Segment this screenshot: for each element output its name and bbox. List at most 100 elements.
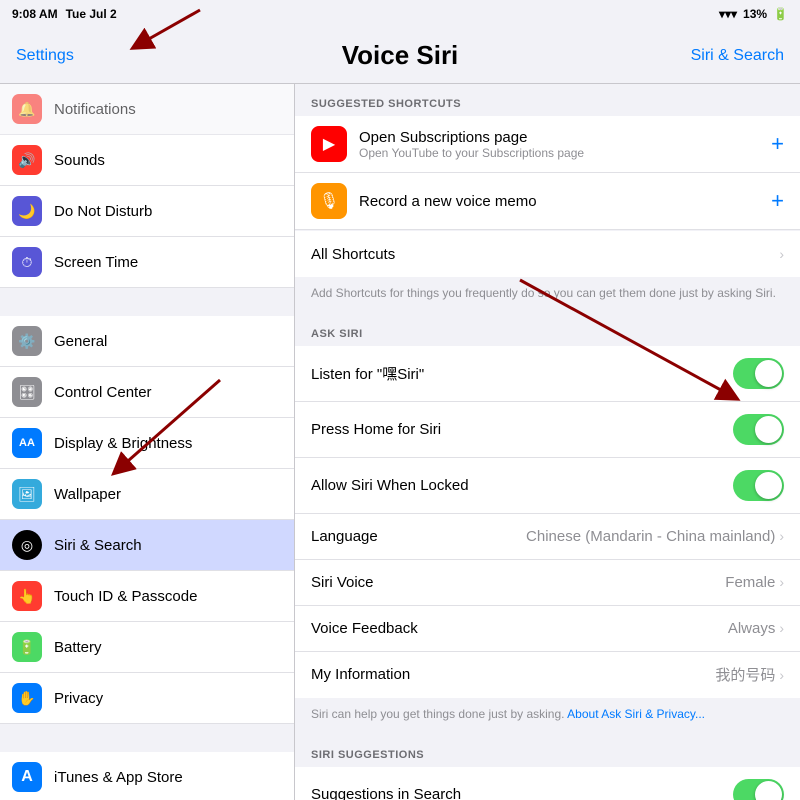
press-home-toggle[interactable] (733, 414, 784, 445)
add-youtube-shortcut-button[interactable]: + (771, 131, 784, 157)
sidebar-item-touchid[interactable]: 👆 Touch ID & Passcode (0, 571, 294, 622)
sidebar-item-battery[interactable]: 🔋 Battery (0, 622, 294, 673)
battery-sidebar-icon: 🔋 (12, 632, 42, 662)
sidebar-item-display[interactable]: AA Display & Brightness (0, 418, 294, 469)
voice-feedback-value: Always (728, 620, 776, 637)
press-home-label: Press Home for Siri (311, 421, 733, 438)
touchid-icon: 👆 (12, 581, 42, 611)
sidebar-label-general: General (54, 333, 107, 350)
all-shortcuts-hint: Add Shortcuts for things you frequently … (295, 277, 800, 314)
sidebar-item-itunes[interactable]: A iTunes & App Store (0, 752, 294, 800)
all-shortcuts-row[interactable]: All Shortcuts › (295, 231, 800, 277)
sidebar-label-itunes: iTunes & App Store (54, 769, 183, 786)
language-chevron: › (779, 528, 784, 544)
siri-voice-label: Siri Voice (311, 574, 725, 591)
battery-level: 13% (743, 7, 767, 21)
screen-time-icon: ⏱ (12, 247, 42, 277)
language-value: Chinese (Mandarin - China mainland) (526, 528, 775, 545)
status-left: 9:08 AM Tue Jul 2 (12, 7, 117, 21)
press-home-row[interactable]: Press Home for Siri (295, 402, 800, 458)
all-shortcuts-card: All Shortcuts › (295, 231, 800, 277)
suggestions-in-search-toggle[interactable] (733, 779, 784, 800)
shortcuts-card: ▶ Open Subscriptions page Open YouTube t… (295, 116, 800, 230)
siri-privacy-link[interactable]: About Ask Siri & Privacy... (567, 707, 705, 721)
ask-siri-header: ASK SIRI (295, 314, 800, 346)
siri-voice-row[interactable]: Siri Voice Female › (295, 560, 800, 606)
sidebar-label-privacy: Privacy (54, 690, 103, 707)
wifi-icon: ▾▾▾ (719, 7, 737, 21)
siri-icon: ◎ (12, 530, 42, 560)
my-info-label: My Information (311, 666, 715, 683)
status-right: ▾▾▾ 13% 🔋 (719, 7, 788, 21)
shortcut-voicememo-text: Record a new voice memo (359, 193, 771, 210)
youtube-icon: ▶ (311, 126, 347, 162)
content-area: SUGGESTED SHORTCUTS ▶ Open Subscriptions… (295, 84, 800, 800)
allow-locked-toggle[interactable] (733, 470, 784, 501)
listen-siri-row[interactable]: Listen for "嘿Siri" (295, 346, 800, 402)
status-time: 9:08 AM (12, 7, 58, 21)
voice-feedback-chevron: › (779, 620, 784, 636)
main-layout: 🔔 Notifications 🔊 Sounds 🌙 Do Not Distur… (0, 84, 800, 800)
sidebar-label-siri: Siri & Search (54, 537, 142, 554)
siri-privacy-hint: Siri can help you get things done just b… (295, 698, 800, 735)
right-label: Siri & Search (691, 47, 784, 65)
sidebar-item-siri[interactable]: ◎ Siri & Search (0, 520, 294, 571)
sidebar-item-wallpaper[interactable]: 🖼 Wallpaper (0, 469, 294, 520)
display-icon: AA (12, 428, 42, 458)
allow-locked-row[interactable]: Allow Siri When Locked (295, 458, 800, 514)
page-title: Voice Siri (342, 40, 459, 71)
siri-suggestions-card: Suggestions in Search (295, 767, 800, 800)
sidebar-item-control-center[interactable]: 🎛 Control Center (0, 367, 294, 418)
do-not-disturb-icon: 🌙 (12, 196, 42, 226)
listen-siri-label: Listen for "嘿Siri" (311, 363, 733, 384)
sidebar-item-do-not-disturb[interactable]: 🌙 Do Not Disturb (0, 186, 294, 237)
suggested-shortcuts-header: SUGGESTED SHORTCUTS (295, 84, 800, 116)
back-button[interactable]: Settings (16, 47, 74, 65)
voice-feedback-row[interactable]: Voice Feedback Always › (295, 606, 800, 652)
siri-voice-chevron: › (779, 574, 784, 590)
privacy-icon: ✋ (12, 683, 42, 713)
sidebar-label-battery: Battery (54, 639, 102, 656)
itunes-icon: A (12, 762, 42, 792)
add-voicememo-shortcut-button[interactable]: + (771, 188, 784, 214)
sidebar-item-privacy[interactable]: ✋ Privacy (0, 673, 294, 724)
navigation-bar: Settings Voice Siri Siri & Search (0, 28, 800, 84)
sidebar-item-sounds[interactable]: 🔊 Sounds (0, 135, 294, 186)
sidebar-label-touchid: Touch ID & Passcode (54, 588, 197, 605)
sidebar-label-sounds: Sounds (54, 152, 105, 169)
status-bar: 9:08 AM Tue Jul 2 ▾▾▾ 13% 🔋 (0, 0, 800, 28)
siri-suggestions-header: SIRI SUGGESTIONS (295, 735, 800, 767)
sidebar-item-notifications[interactable]: 🔔 Notifications (0, 84, 294, 135)
shortcut-youtube[interactable]: ▶ Open Subscriptions page Open YouTube t… (295, 116, 800, 173)
siri-hint-text: Siri can help you get things done just b… (311, 707, 565, 721)
battery-icon: 🔋 (773, 7, 788, 21)
ask-siri-card: Listen for "嘿Siri" Press Home for Siri A… (295, 346, 800, 698)
sidebar-label-wallpaper: Wallpaper (54, 486, 121, 503)
voice-feedback-label: Voice Feedback (311, 620, 728, 637)
sidebar-label-notifications: Notifications (54, 101, 136, 118)
shortcut-youtube-text: Open Subscriptions page Open YouTube to … (359, 129, 771, 160)
shortcut-voicememo-title: Record a new voice memo (359, 193, 771, 210)
control-center-icon: 🎛 (12, 377, 42, 407)
my-info-value: 我的号码 (715, 664, 775, 685)
language-row[interactable]: Language Chinese (Mandarin - China mainl… (295, 514, 800, 560)
general-icon: ⚙️ (12, 326, 42, 356)
voicememo-icon: 🎙 (311, 183, 347, 219)
suggestions-in-search-label: Suggestions in Search (311, 786, 733, 800)
sidebar-item-screen-time[interactable]: ⏱ Screen Time (0, 237, 294, 288)
all-shortcuts-label: All Shortcuts (311, 246, 779, 263)
sounds-icon: 🔊 (12, 145, 42, 175)
status-date: Tue Jul 2 (66, 7, 117, 21)
sidebar-label-control-center: Control Center (54, 384, 152, 401)
wallpaper-icon: 🖼 (12, 479, 42, 509)
shortcut-voicememo[interactable]: 🎙 Record a new voice memo + (295, 173, 800, 230)
sidebar-label-do-not-disturb: Do Not Disturb (54, 203, 152, 220)
my-info-row[interactable]: My Information 我的号码 › (295, 652, 800, 698)
suggestions-in-search-row[interactable]: Suggestions in Search (295, 767, 800, 800)
shortcut-youtube-sub: Open YouTube to your Subscriptions page (359, 146, 771, 160)
my-info-chevron: › (779, 667, 784, 683)
sidebar-label-screen-time: Screen Time (54, 254, 138, 271)
sidebar-item-general[interactable]: ⚙️ General (0, 316, 294, 367)
notifications-icon: 🔔 (12, 94, 42, 124)
listen-siri-toggle[interactable] (733, 358, 784, 389)
